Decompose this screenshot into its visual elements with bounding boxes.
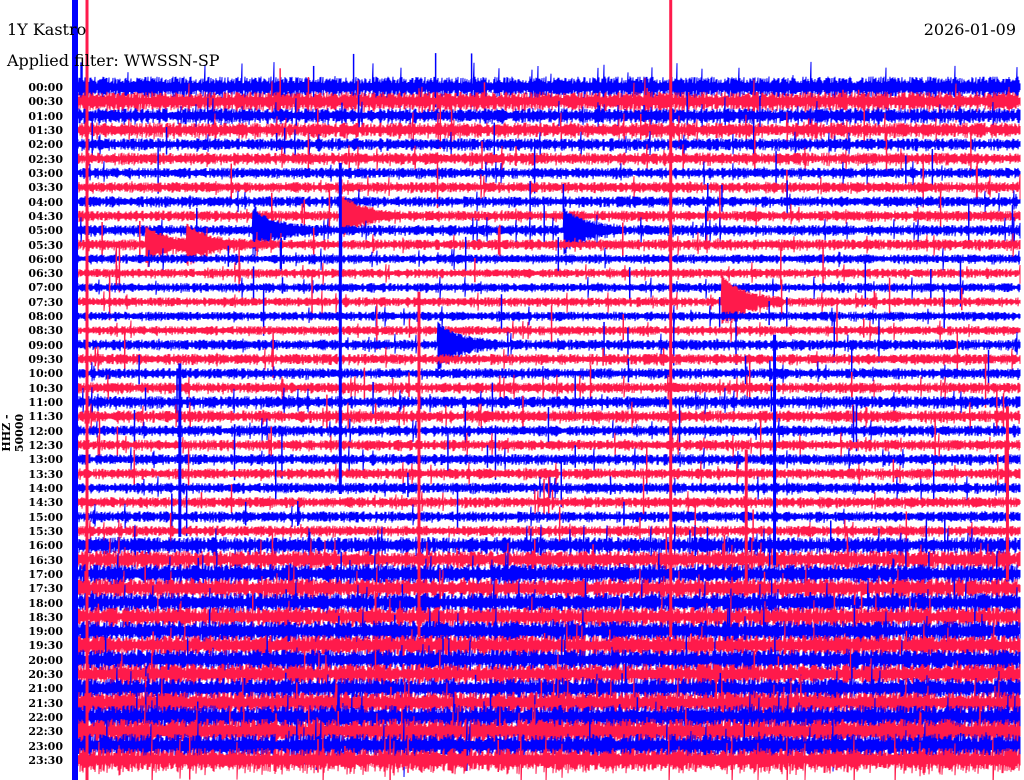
time-tick-label: 20:00 xyxy=(28,653,63,667)
time-tick-label: 17:00 xyxy=(28,567,63,581)
time-tick-label: 00:30 xyxy=(28,95,63,109)
time-tick-label: 01:00 xyxy=(28,109,63,123)
time-tick-label: 15:30 xyxy=(28,524,63,538)
filter-label: Applied filter: WWSSN-SP xyxy=(7,51,220,70)
trace-0300 xyxy=(75,161,1021,187)
time-tick-label: 10:00 xyxy=(28,367,63,381)
time-tick-label: 20:30 xyxy=(28,668,63,682)
time-tick-label: 02:30 xyxy=(28,152,63,166)
time-tick-label: 10:30 xyxy=(28,381,63,395)
time-tick-label: 17:30 xyxy=(28,582,63,596)
time-tick-label: 22:30 xyxy=(28,725,63,739)
time-tick-label: 05:00 xyxy=(28,224,63,238)
trace-0330 xyxy=(75,174,1021,200)
time-tick-label: 13:00 xyxy=(28,453,63,467)
time-tick-label: 13:30 xyxy=(28,467,63,481)
trace-0630 xyxy=(75,262,1021,285)
time-tick-label: 19:30 xyxy=(28,639,63,653)
time-tick-label: 03:00 xyxy=(28,166,63,180)
time-tick-label: 11:00 xyxy=(28,396,63,410)
time-tick-label: 01:30 xyxy=(28,123,63,137)
time-tick-label: 03:30 xyxy=(28,181,63,195)
trace-0700 xyxy=(75,276,1021,300)
trace-0400 xyxy=(75,189,1021,213)
time-tick-label: 23:00 xyxy=(28,739,63,753)
time-tick-label: 07:30 xyxy=(28,295,63,309)
time-tick-label: 05:30 xyxy=(28,238,63,252)
time-tick-label: 09:00 xyxy=(28,338,63,352)
time-tick-label: 23:30 xyxy=(28,754,63,768)
time-tick-label: 19:00 xyxy=(28,625,63,639)
time-tick-label: 04:30 xyxy=(28,209,63,223)
time-tick-label: 00:00 xyxy=(28,81,63,94)
time-tick-label: 07:00 xyxy=(28,281,63,295)
helicorder-plot xyxy=(72,0,1021,780)
time-tick-label: 16:00 xyxy=(28,539,63,553)
time-tick-label: 12:30 xyxy=(28,439,63,452)
time-tick-label: 06:30 xyxy=(28,267,63,281)
time-tick-label: 08:00 xyxy=(28,310,63,324)
time-tick-label: 08:30 xyxy=(28,324,63,338)
time-tick-label: 18:30 xyxy=(28,610,63,624)
time-tick-label: 18:00 xyxy=(28,596,63,610)
date-label: 2026-01-09 xyxy=(923,20,1016,39)
time-tick-label: 15:00 xyxy=(28,510,63,524)
time-tick-label: 21:30 xyxy=(28,696,63,710)
station-title: 1Y Kastro xyxy=(7,20,87,39)
time-tick-label: 04:00 xyxy=(28,195,63,209)
time-tick-label: 09:30 xyxy=(28,353,63,367)
time-tick-label: 21:00 xyxy=(28,682,63,696)
time-tick-label: 11:30 xyxy=(28,410,63,424)
time-tick-label: 02:00 xyxy=(28,138,63,152)
time-tick-label: 22:00 xyxy=(28,711,63,725)
time-tick-label: 06:00 xyxy=(28,252,63,266)
time-tick-label: 16:30 xyxy=(28,553,63,567)
time-tick-label: 12:00 xyxy=(28,424,63,438)
time-tick-label: 14:30 xyxy=(28,496,63,510)
time-tick-label: 14:00 xyxy=(28,481,63,495)
